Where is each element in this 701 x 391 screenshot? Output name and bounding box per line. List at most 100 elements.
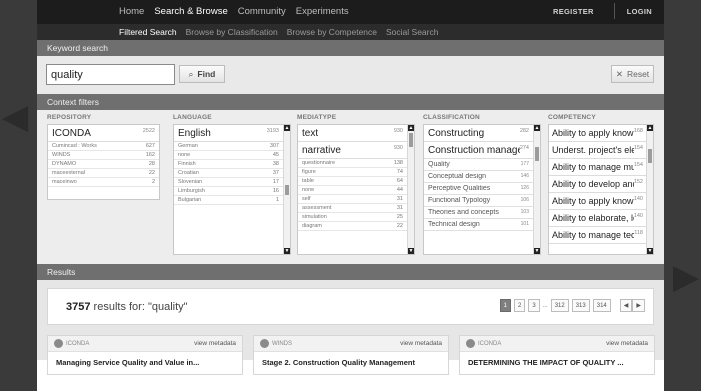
top-navigation: Home Search & Browse Community Experimen…: [37, 0, 664, 24]
results-header: Results: [37, 264, 664, 280]
classification-scrollbar[interactable]: ▲ ▼: [533, 125, 540, 254]
classification-item[interactable]: Perceptive Qualities 126: [424, 183, 533, 195]
language-item[interactable]: German 307: [174, 142, 283, 151]
view-metadata-link[interactable]: view metadata: [400, 340, 442, 347]
search-input[interactable]: [46, 64, 175, 85]
classification-selected-item[interactable]: Constructing 282: [424, 125, 533, 142]
result-card[interactable]: WINDS view metadata Stage 2. Constructio…: [253, 335, 449, 375]
classification-item[interactable]: Quality 177: [424, 159, 533, 171]
language-item[interactable]: Finnish 38: [174, 160, 283, 169]
competency-item[interactable]: Ability to elaborate, lead140: [549, 210, 646, 227]
scroll-down-icon[interactable]: ▼: [408, 248, 414, 254]
nav-experiments[interactable]: Experiments: [295, 6, 350, 17]
tab-social-search[interactable]: Social Search: [386, 27, 438, 37]
page-button-313[interactable]: 313: [571, 299, 590, 312]
result-card[interactable]: ICONDA view metadata Managing Service Qu…: [47, 335, 243, 375]
scroll-thumb[interactable]: [648, 149, 652, 163]
scroll-up-icon[interactable]: ▲: [647, 125, 653, 131]
competency-item[interactable]: Ability to apply knowledge168: [549, 125, 646, 142]
language-selected-item[interactable]: English 3193: [174, 125, 283, 142]
nav-search-browse[interactable]: Search & Browse: [153, 6, 228, 17]
tab-browse-competence[interactable]: Browse by Competence: [287, 27, 377, 37]
mediatype-list[interactable]: text 930 narrative 930 questionnaire 138 …: [297, 124, 415, 255]
classification-item[interactable]: Theories and concepts 103: [424, 207, 533, 219]
mediatype-item[interactable]: none 44: [298, 186, 407, 195]
language-item[interactable]: Croatian 37: [174, 169, 283, 178]
classification-item[interactable]: Functional Typology 106: [424, 195, 533, 207]
competency-item[interactable]: Ability to manage technical118: [549, 227, 646, 244]
mediatype-item[interactable]: diagram 22: [298, 222, 407, 231]
mediatype-header: MEDIATYPE: [297, 114, 337, 121]
pagination: 1 2 3 ... 312 313 314 ◀ ▶: [499, 299, 645, 312]
context-filters-panel: REPOSITORY ICONDA 2522 Cumincad : Works 6…: [37, 110, 664, 264]
language-scrollbar[interactable]: ▲ ▼: [283, 125, 290, 254]
find-button[interactable]: ⌕ Find: [179, 65, 225, 83]
result-title[interactable]: Stage 2. Construction Quality Management: [254, 352, 448, 367]
view-metadata-link[interactable]: view metadata: [194, 340, 236, 347]
repository-selected-item[interactable]: ICONDA 2522: [48, 125, 159, 142]
scroll-up-icon[interactable]: ▲: [408, 125, 414, 131]
competency-item[interactable]: Ability to manage multiple154: [549, 159, 646, 176]
tab-filtered-search[interactable]: Filtered Search: [119, 27, 177, 37]
left-decorative-arrow-icon: ◀: [2, 98, 29, 136]
language-list[interactable]: English 3193 German 307 none 45 Finnish 38 …: [173, 124, 291, 255]
view-metadata-link[interactable]: view metadata: [606, 340, 648, 347]
mediatype-item[interactable]: simulation 25: [298, 213, 407, 222]
mediatype-item[interactable]: table 64: [298, 177, 407, 186]
scroll-down-icon[interactable]: ▼: [534, 248, 540, 254]
language-item[interactable]: Limburgish 16: [174, 187, 283, 196]
result-card[interactable]: ICONDA view metadata DETERMINING THE IMP…: [459, 335, 655, 375]
mediatype-selected-item[interactable]: text 930: [298, 125, 407, 142]
classification-list[interactable]: Constructing 282 Construction management…: [423, 124, 541, 255]
classification-item[interactable]: Conceptual design 146: [424, 171, 533, 183]
scroll-up-icon[interactable]: ▲: [534, 125, 540, 131]
mediatype-item[interactable]: questionnaire 138: [298, 159, 407, 168]
mediatype-item[interactable]: self 31: [298, 195, 407, 204]
language-item[interactable]: Slovenian 17: [174, 178, 283, 187]
classification-item[interactable]: Technical design 101: [424, 219, 533, 231]
scroll-down-icon[interactable]: ▼: [647, 248, 653, 254]
repository-item[interactable]: maceexternal 22: [48, 169, 159, 178]
reset-button[interactable]: ✕ Reset: [611, 65, 654, 83]
result-title[interactable]: DETERMINING THE IMPACT OF QUALITY ...: [460, 352, 654, 367]
repository-item[interactable]: DYNAMO 28: [48, 160, 159, 169]
scroll-up-icon[interactable]: ▲: [284, 125, 290, 131]
register-link[interactable]: REGISTER: [553, 7, 594, 16]
results-summary: 3757 results for: "quality" 1 2 3 ... 31…: [47, 288, 654, 325]
mediatype-scrollbar[interactable]: ▲ ▼: [407, 125, 414, 254]
prev-page-icon[interactable]: ◀: [619, 299, 633, 312]
nav-community[interactable]: Community: [237, 6, 287, 17]
mediatype-selected-item[interactable]: narrative 930: [298, 142, 407, 159]
scroll-thumb[interactable]: [409, 133, 413, 147]
repository-item[interactable]: maceinwo 2: [48, 178, 159, 187]
tab-browse-classification[interactable]: Browse by Classification: [186, 27, 278, 37]
page-button-2[interactable]: 2: [514, 299, 526, 312]
search-icon: ⌕: [188, 68, 194, 79]
page-button-312[interactable]: 312: [550, 299, 569, 312]
results-label: results for: "quality": [93, 301, 188, 313]
page-button-3[interactable]: 3: [528, 299, 540, 312]
page-button-314[interactable]: 314: [592, 299, 611, 312]
language-item[interactable]: none 45: [174, 151, 283, 160]
page-button-1[interactable]: 1: [499, 299, 511, 312]
repository-item[interactable]: WINDS 162: [48, 151, 159, 160]
classification-selected-item[interactable]: Construction management 274: [424, 142, 533, 159]
mediatype-filter: MEDIATYPE text 930 narrative 930 questio…: [297, 110, 415, 255]
scroll-thumb[interactable]: [535, 147, 539, 161]
competency-scrollbar[interactable]: ▲ ▼: [646, 125, 653, 254]
scroll-thumb[interactable]: [285, 185, 289, 195]
next-page-icon[interactable]: ▶: [632, 299, 645, 312]
language-item[interactable]: Bulgarian 1: [174, 196, 283, 205]
competency-item[interactable]: Underst. project's elements154: [549, 142, 646, 159]
mediatype-item[interactable]: figure 74: [298, 168, 407, 177]
repository-list[interactable]: ICONDA 2522 Cumincad : Works 627 WINDS 162…: [47, 124, 160, 200]
competency-list[interactable]: Ability to apply knowledge168 Underst. p…: [548, 124, 654, 255]
mediatype-item[interactable]: assessment 31: [298, 204, 407, 213]
nav-home[interactable]: Home: [118, 6, 145, 17]
competency-item[interactable]: Ability to apply knowledge140: [549, 193, 646, 210]
login-link[interactable]: LOGIN: [627, 7, 652, 16]
repository-item[interactable]: Cumincad : Works 627: [48, 142, 159, 151]
competency-item[interactable]: Ability to develop and 152: [549, 176, 646, 193]
scroll-down-icon[interactable]: ▼: [284, 248, 290, 254]
result-title[interactable]: Managing Service Quality and Value in...: [48, 352, 242, 367]
